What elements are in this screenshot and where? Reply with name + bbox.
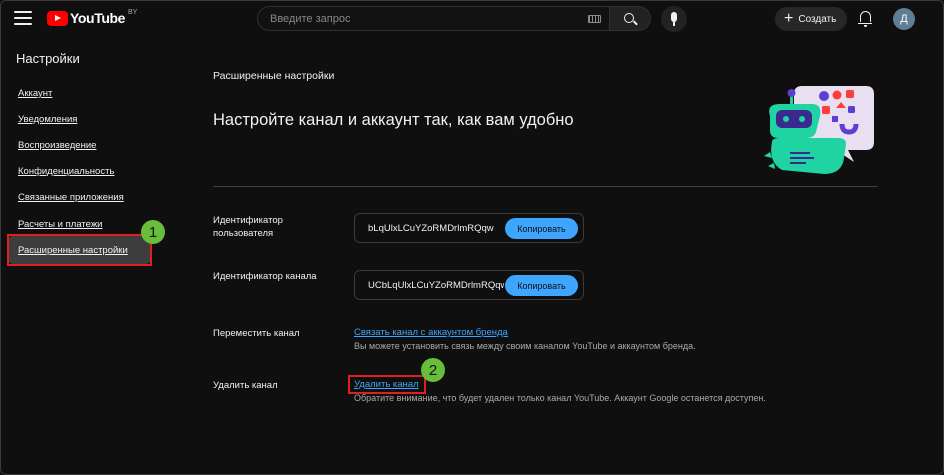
youtube-logo[interactable]: YouTube BY: [47, 8, 138, 26]
create-button[interactable]: + Создать: [775, 7, 847, 31]
top-header: YouTube BY + Создать Д: [0, 0, 944, 38]
search-button[interactable]: [610, 6, 651, 31]
menu-icon[interactable]: [14, 11, 32, 25]
sidebar-item-notifications[interactable]: Уведомления: [18, 114, 77, 125]
move-channel-hint: Вы можете установить связь между своим к…: [354, 341, 696, 351]
search-input[interactable]: [270, 12, 570, 25]
logo-text: YouTube: [70, 10, 126, 26]
step-marker-2: 2: [421, 358, 445, 382]
sidebar-item-account[interactable]: Аккаунт: [18, 88, 52, 99]
sidebar-item-billing[interactable]: Расчеты и платежи: [18, 219, 102, 230]
step-marker-1: 1: [141, 220, 165, 244]
user-id-value: bLqUlxLCuYZoRMDrlmRQqw: [368, 223, 494, 234]
avatar[interactable]: Д: [893, 8, 915, 30]
channel-id-value: UCbLqUlxLCuYZoRMDrlmRQqw: [368, 280, 504, 291]
settings-illustration: [764, 86, 874, 174]
search-box: [257, 6, 610, 31]
section-divider: [213, 186, 878, 187]
channel-id-field: UCbLqUlxLCuYZoRMDrlmRQqw Копировать: [354, 270, 584, 300]
channel-id-label: Идентификатор канала: [213, 271, 317, 282]
search-icon: [624, 13, 634, 23]
mic-icon: [671, 12, 677, 22]
bell-icon[interactable]: [858, 11, 872, 27]
sidebar-item-playback[interactable]: Воспроизведение: [18, 140, 96, 151]
logo-country: BY: [128, 8, 138, 16]
highlight-box-delete: [348, 375, 426, 394]
copy-user-id-button[interactable]: Копировать: [505, 218, 578, 239]
page-headline: Настройте канал и аккаунт так, как вам у…: [213, 111, 574, 129]
link-brand-account-link[interactable]: Связать канал с аккаунтом бренда: [354, 327, 508, 338]
create-label: Создать: [798, 13, 837, 25]
play-logo-icon: [47, 10, 68, 26]
user-id-field: bLqUlxLCuYZoRMDrlmRQqw Копировать: [354, 213, 584, 243]
keyboard-icon[interactable]: [588, 15, 601, 23]
delete-channel-label: Удалить канал: [213, 380, 278, 391]
voice-search-button[interactable]: [661, 6, 687, 32]
highlight-box-advanced: [7, 234, 152, 266]
user-id-label: Идентификатор пользователя: [213, 215, 283, 239]
copy-channel-id-button[interactable]: Копировать: [505, 275, 578, 296]
plus-icon: +: [784, 10, 794, 27]
sidebar-title: Настройки: [16, 51, 80, 66]
sidebar-item-connected-apps[interactable]: Связанные приложения: [18, 192, 124, 203]
section-title: Расширенные настройки: [213, 70, 335, 82]
sidebar-item-privacy[interactable]: Конфиденциальность: [18, 166, 114, 177]
move-channel-label: Переместить канал: [213, 328, 300, 339]
delete-channel-hint: Обратите внимание, что будет удален толь…: [354, 393, 766, 403]
